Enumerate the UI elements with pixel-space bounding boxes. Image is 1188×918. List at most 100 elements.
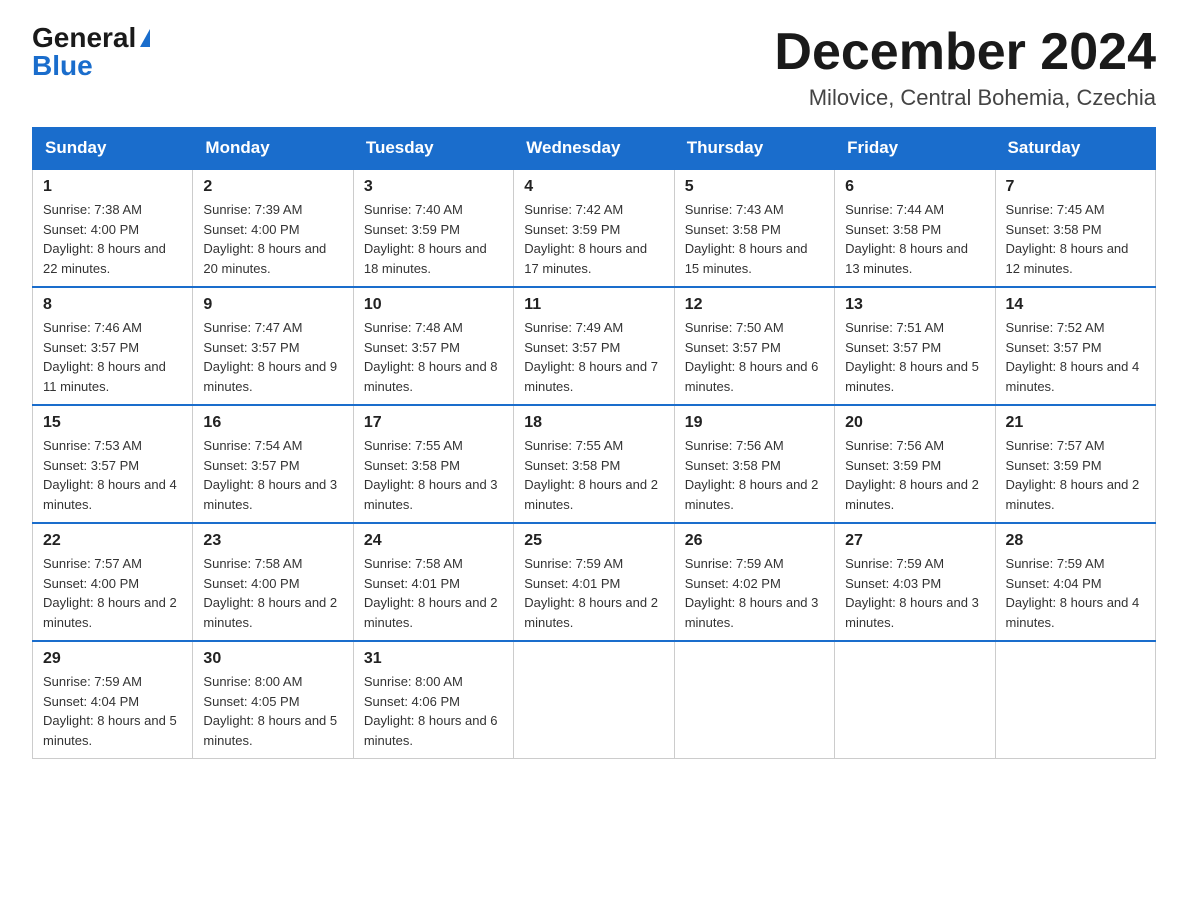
calendar-cell: 30 Sunrise: 8:00 AMSunset: 4:05 PMDaylig… [193, 641, 353, 759]
calendar-header-row: SundayMondayTuesdayWednesdayThursdayFrid… [33, 128, 1156, 170]
page-header: General Blue December 2024 Milovice, Cen… [32, 24, 1156, 111]
day-info: Sunrise: 8:00 AMSunset: 4:06 PMDaylight:… [364, 674, 498, 748]
day-number: 15 [43, 414, 182, 432]
header-tuesday: Tuesday [353, 128, 513, 170]
day-info: Sunrise: 7:54 AMSunset: 3:57 PMDaylight:… [203, 438, 337, 512]
calendar-week-5: 29 Sunrise: 7:59 AMSunset: 4:04 PMDaylig… [33, 641, 1156, 759]
calendar-week-4: 22 Sunrise: 7:57 AMSunset: 4:00 PMDaylig… [33, 523, 1156, 641]
day-number: 24 [364, 532, 503, 550]
day-info: Sunrise: 7:53 AMSunset: 3:57 PMDaylight:… [43, 438, 177, 512]
day-number: 27 [845, 532, 984, 550]
calendar-cell: 22 Sunrise: 7:57 AMSunset: 4:00 PMDaylig… [33, 523, 193, 641]
day-number: 17 [364, 414, 503, 432]
header-wednesday: Wednesday [514, 128, 674, 170]
calendar-cell: 2 Sunrise: 7:39 AMSunset: 4:00 PMDayligh… [193, 169, 353, 287]
day-info: Sunrise: 7:52 AMSunset: 3:57 PMDaylight:… [1006, 320, 1140, 394]
day-number: 14 [1006, 296, 1145, 314]
logo-triangle-icon [140, 29, 150, 47]
calendar-cell: 10 Sunrise: 7:48 AMSunset: 3:57 PMDaylig… [353, 287, 513, 405]
day-info: Sunrise: 7:42 AMSunset: 3:59 PMDaylight:… [524, 202, 647, 276]
day-info: Sunrise: 7:51 AMSunset: 3:57 PMDaylight:… [845, 320, 979, 394]
day-info: Sunrise: 7:56 AMSunset: 3:58 PMDaylight:… [685, 438, 819, 512]
calendar-cell: 26 Sunrise: 7:59 AMSunset: 4:02 PMDaylig… [674, 523, 834, 641]
day-info: Sunrise: 7:59 AMSunset: 4:04 PMDaylight:… [43, 674, 177, 748]
logo-general-text: General [32, 24, 136, 52]
day-number: 13 [845, 296, 984, 314]
calendar-cell: 27 Sunrise: 7:59 AMSunset: 4:03 PMDaylig… [835, 523, 995, 641]
day-number: 1 [43, 178, 182, 196]
day-info: Sunrise: 7:59 AMSunset: 4:02 PMDaylight:… [685, 556, 819, 630]
day-number: 10 [364, 296, 503, 314]
calendar-cell: 1 Sunrise: 7:38 AMSunset: 4:00 PMDayligh… [33, 169, 193, 287]
day-info: Sunrise: 7:38 AMSunset: 4:00 PMDaylight:… [43, 202, 166, 276]
day-number: 30 [203, 650, 342, 668]
day-info: Sunrise: 8:00 AMSunset: 4:05 PMDaylight:… [203, 674, 337, 748]
calendar-week-1: 1 Sunrise: 7:38 AMSunset: 4:00 PMDayligh… [33, 169, 1156, 287]
calendar-week-2: 8 Sunrise: 7:46 AMSunset: 3:57 PMDayligh… [33, 287, 1156, 405]
calendar-table: SundayMondayTuesdayWednesdayThursdayFrid… [32, 127, 1156, 759]
day-number: 26 [685, 532, 824, 550]
calendar-cell: 29 Sunrise: 7:59 AMSunset: 4:04 PMDaylig… [33, 641, 193, 759]
day-number: 2 [203, 178, 342, 196]
day-info: Sunrise: 7:44 AMSunset: 3:58 PMDaylight:… [845, 202, 968, 276]
day-info: Sunrise: 7:49 AMSunset: 3:57 PMDaylight:… [524, 320, 658, 394]
location-title: Milovice, Central Bohemia, Czechia [774, 85, 1156, 111]
calendar-cell: 16 Sunrise: 7:54 AMSunset: 3:57 PMDaylig… [193, 405, 353, 523]
calendar-cell: 25 Sunrise: 7:59 AMSunset: 4:01 PMDaylig… [514, 523, 674, 641]
day-number: 28 [1006, 532, 1145, 550]
day-number: 6 [845, 178, 984, 196]
calendar-cell: 4 Sunrise: 7:42 AMSunset: 3:59 PMDayligh… [514, 169, 674, 287]
logo: General Blue [32, 24, 150, 80]
calendar-cell: 3 Sunrise: 7:40 AMSunset: 3:59 PMDayligh… [353, 169, 513, 287]
day-number: 8 [43, 296, 182, 314]
day-number: 23 [203, 532, 342, 550]
day-number: 31 [364, 650, 503, 668]
month-title: December 2024 [774, 24, 1156, 81]
day-info: Sunrise: 7:45 AMSunset: 3:58 PMDaylight:… [1006, 202, 1129, 276]
calendar-cell [514, 641, 674, 759]
day-info: Sunrise: 7:57 AMSunset: 3:59 PMDaylight:… [1006, 438, 1140, 512]
day-info: Sunrise: 7:59 AMSunset: 4:04 PMDaylight:… [1006, 556, 1140, 630]
calendar-cell: 21 Sunrise: 7:57 AMSunset: 3:59 PMDaylig… [995, 405, 1155, 523]
day-number: 4 [524, 178, 663, 196]
calendar-cell: 8 Sunrise: 7:46 AMSunset: 3:57 PMDayligh… [33, 287, 193, 405]
day-info: Sunrise: 7:50 AMSunset: 3:57 PMDaylight:… [685, 320, 819, 394]
header-thursday: Thursday [674, 128, 834, 170]
day-info: Sunrise: 7:46 AMSunset: 3:57 PMDaylight:… [43, 320, 166, 394]
calendar-cell [674, 641, 834, 759]
calendar-cell: 23 Sunrise: 7:58 AMSunset: 4:00 PMDaylig… [193, 523, 353, 641]
calendar-cell: 18 Sunrise: 7:55 AMSunset: 3:58 PMDaylig… [514, 405, 674, 523]
day-info: Sunrise: 7:43 AMSunset: 3:58 PMDaylight:… [685, 202, 808, 276]
calendar-cell: 19 Sunrise: 7:56 AMSunset: 3:58 PMDaylig… [674, 405, 834, 523]
calendar-cell: 28 Sunrise: 7:59 AMSunset: 4:04 PMDaylig… [995, 523, 1155, 641]
day-number: 25 [524, 532, 663, 550]
logo-blue-text: Blue [32, 52, 93, 80]
day-info: Sunrise: 7:55 AMSunset: 3:58 PMDaylight:… [524, 438, 658, 512]
day-info: Sunrise: 7:58 AMSunset: 4:00 PMDaylight:… [203, 556, 337, 630]
day-number: 18 [524, 414, 663, 432]
calendar-cell: 7 Sunrise: 7:45 AMSunset: 3:58 PMDayligh… [995, 169, 1155, 287]
calendar-cell: 12 Sunrise: 7:50 AMSunset: 3:57 PMDaylig… [674, 287, 834, 405]
calendar-cell: 11 Sunrise: 7:49 AMSunset: 3:57 PMDaylig… [514, 287, 674, 405]
day-number: 29 [43, 650, 182, 668]
calendar-cell: 13 Sunrise: 7:51 AMSunset: 3:57 PMDaylig… [835, 287, 995, 405]
calendar-cell: 15 Sunrise: 7:53 AMSunset: 3:57 PMDaylig… [33, 405, 193, 523]
calendar-cell: 31 Sunrise: 8:00 AMSunset: 4:06 PMDaylig… [353, 641, 513, 759]
day-number: 19 [685, 414, 824, 432]
day-number: 12 [685, 296, 824, 314]
day-number: 16 [203, 414, 342, 432]
day-info: Sunrise: 7:48 AMSunset: 3:57 PMDaylight:… [364, 320, 498, 394]
day-info: Sunrise: 7:40 AMSunset: 3:59 PMDaylight:… [364, 202, 487, 276]
header-sunday: Sunday [33, 128, 193, 170]
calendar-cell: 6 Sunrise: 7:44 AMSunset: 3:58 PMDayligh… [835, 169, 995, 287]
calendar-cell [835, 641, 995, 759]
day-number: 21 [1006, 414, 1145, 432]
calendar-cell: 9 Sunrise: 7:47 AMSunset: 3:57 PMDayligh… [193, 287, 353, 405]
day-info: Sunrise: 7:55 AMSunset: 3:58 PMDaylight:… [364, 438, 498, 512]
calendar-cell: 5 Sunrise: 7:43 AMSunset: 3:58 PMDayligh… [674, 169, 834, 287]
day-number: 7 [1006, 178, 1145, 196]
day-info: Sunrise: 7:58 AMSunset: 4:01 PMDaylight:… [364, 556, 498, 630]
header-saturday: Saturday [995, 128, 1155, 170]
day-info: Sunrise: 7:47 AMSunset: 3:57 PMDaylight:… [203, 320, 337, 394]
day-info: Sunrise: 7:57 AMSunset: 4:00 PMDaylight:… [43, 556, 177, 630]
